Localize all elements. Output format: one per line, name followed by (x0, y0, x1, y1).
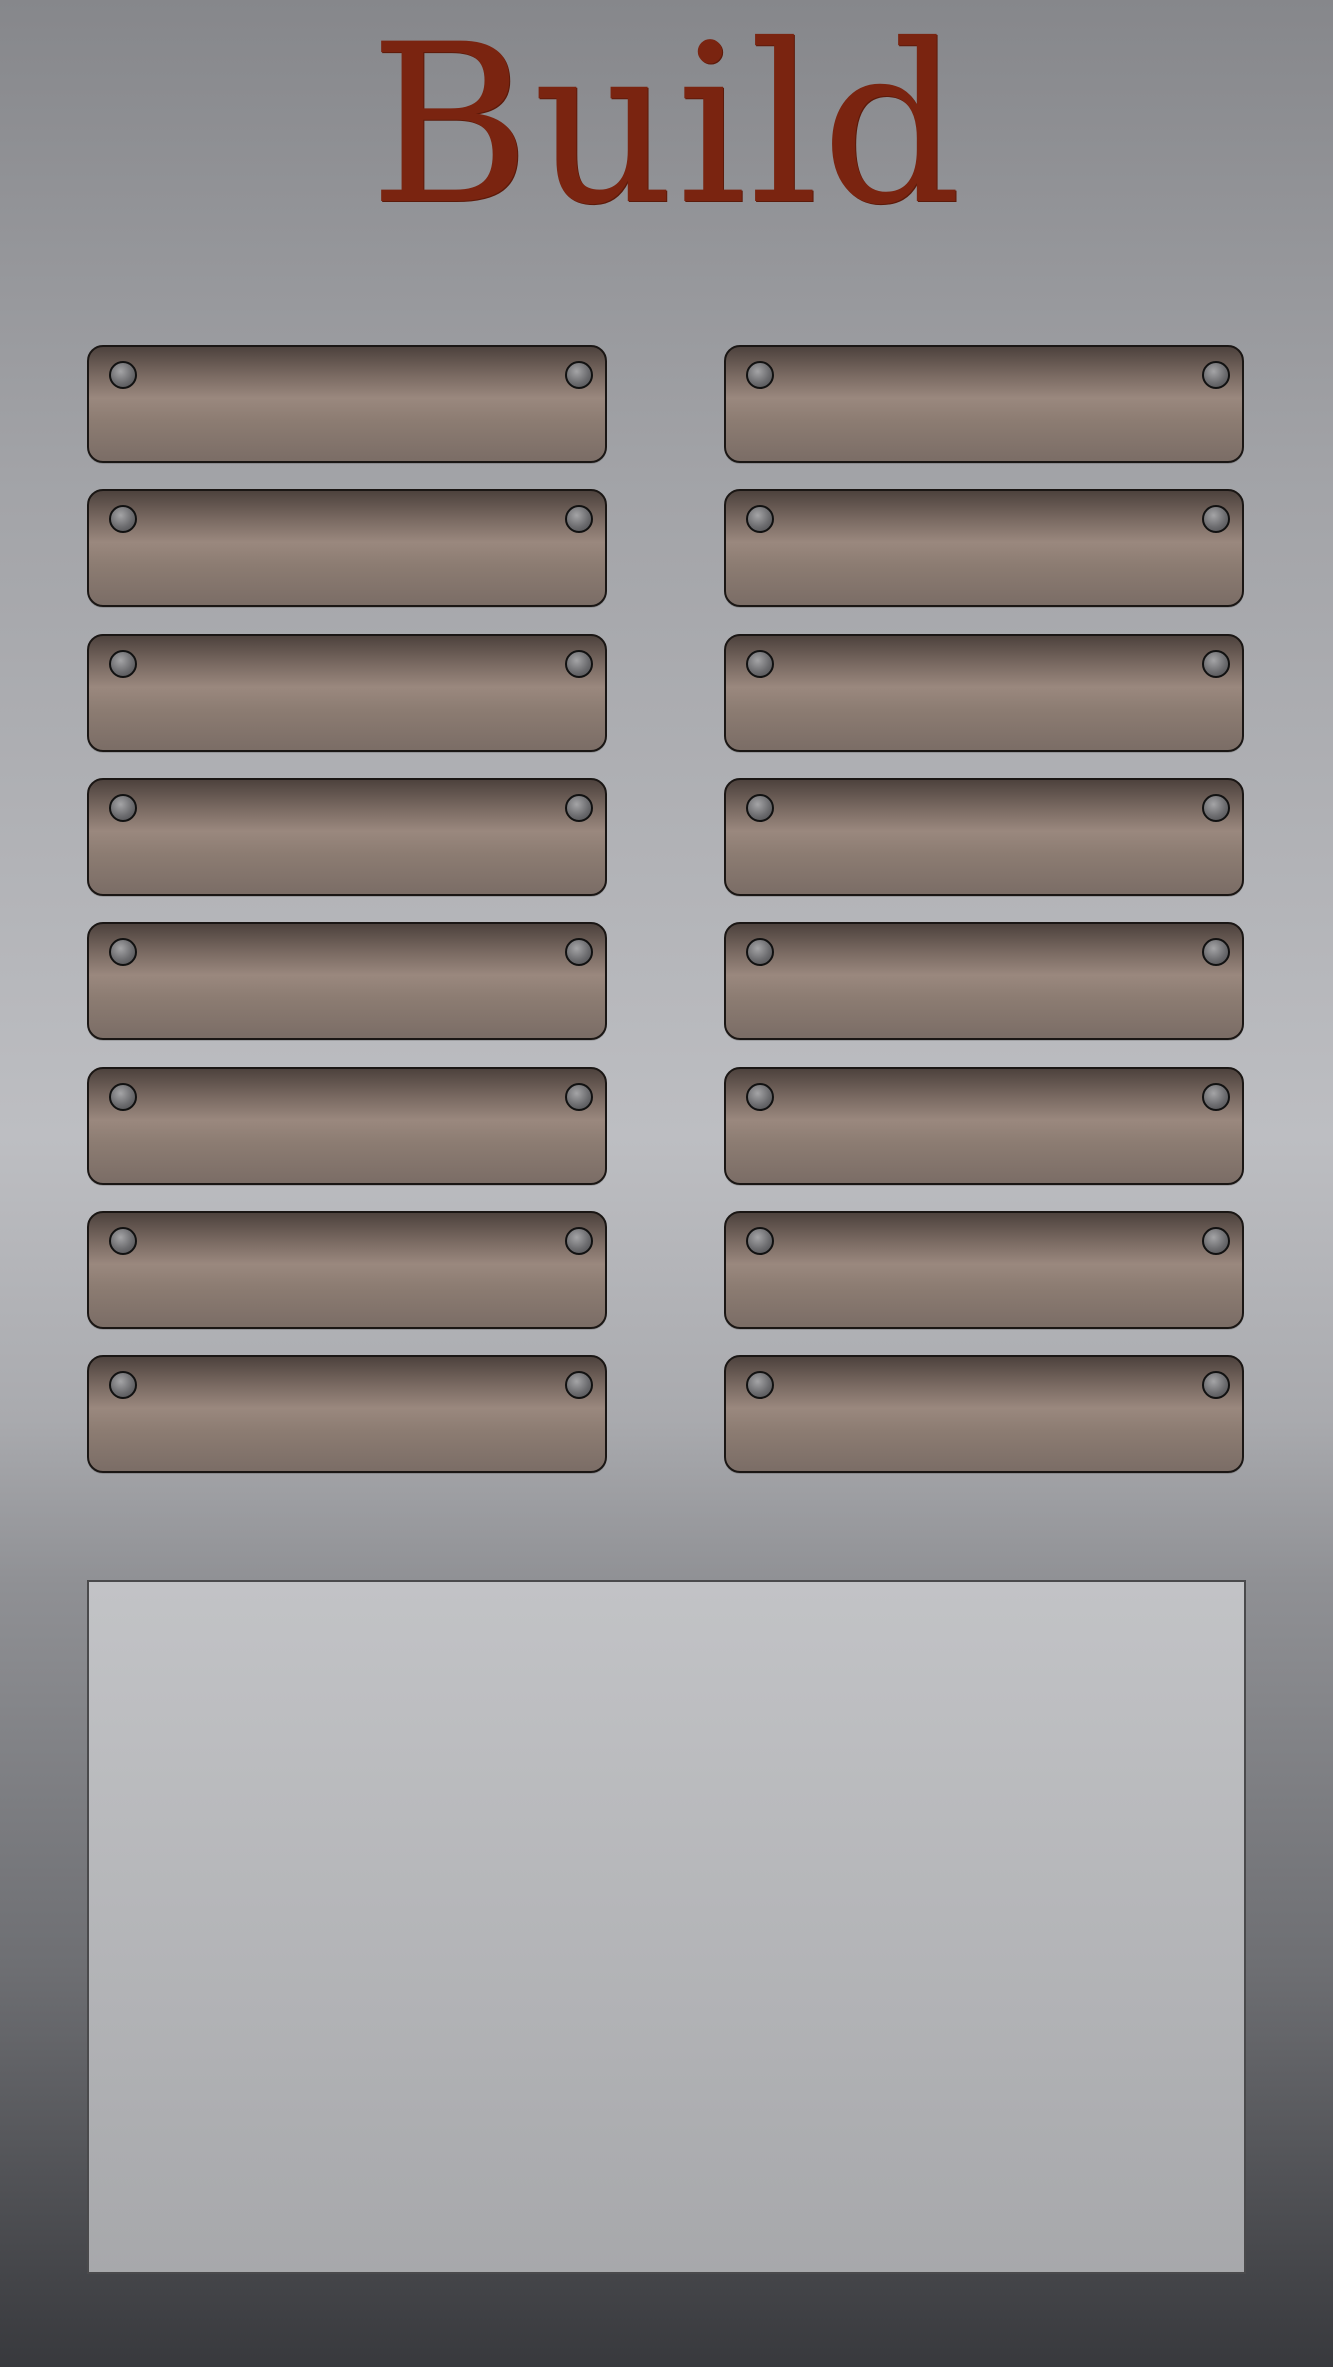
build-slot-button[interactable] (87, 922, 607, 1040)
build-slot-button[interactable] (724, 778, 1244, 896)
build-slot-button[interactable] (87, 345, 607, 463)
rivet-icon (565, 650, 593, 678)
build-slot-button[interactable] (724, 1067, 1244, 1185)
rivet-icon (109, 938, 137, 966)
build-slot-button[interactable] (87, 778, 607, 896)
rivet-icon (1202, 794, 1230, 822)
build-slot-button[interactable] (724, 1355, 1244, 1473)
rivet-icon (746, 794, 774, 822)
rivet-icon (109, 1083, 137, 1111)
rivet-icon (109, 650, 137, 678)
rivet-icon (565, 938, 593, 966)
rivet-icon (746, 361, 774, 389)
rivet-icon (746, 1227, 774, 1255)
page-title: Build (369, 0, 964, 253)
rivet-icon (746, 1371, 774, 1399)
rivet-icon (109, 794, 137, 822)
build-slot-button[interactable] (87, 1067, 607, 1185)
build-slot-button[interactable] (87, 1355, 607, 1473)
rivet-icon (746, 650, 774, 678)
build-slot-button[interactable] (87, 489, 607, 607)
rivet-icon (565, 1083, 593, 1111)
build-slot-button[interactable] (87, 1211, 607, 1329)
rivet-icon (1202, 650, 1230, 678)
rivet-icon (746, 1083, 774, 1111)
rivet-icon (1202, 938, 1230, 966)
info-panel (87, 1580, 1246, 2274)
rivet-icon (565, 794, 593, 822)
rivet-icon (565, 505, 593, 533)
build-slot-button[interactable] (724, 489, 1244, 607)
rivet-icon (1202, 361, 1230, 389)
rivet-icon (746, 505, 774, 533)
build-slot-button[interactable] (724, 345, 1244, 463)
rivet-icon (109, 361, 137, 389)
rivet-icon (746, 938, 774, 966)
rivet-icon (1202, 505, 1230, 533)
rivet-icon (565, 1227, 593, 1255)
rivet-icon (1202, 1371, 1230, 1399)
build-slot-button[interactable] (724, 634, 1244, 752)
rivet-icon (109, 1227, 137, 1255)
build-slot-button[interactable] (724, 922, 1244, 1040)
rivet-icon (1202, 1083, 1230, 1111)
rivet-icon (565, 361, 593, 389)
build-slot-button[interactable] (724, 1211, 1244, 1329)
rivet-icon (109, 505, 137, 533)
rivet-icon (1202, 1227, 1230, 1255)
build-slot-button[interactable] (87, 634, 607, 752)
rivet-icon (109, 1371, 137, 1399)
rivet-icon (565, 1371, 593, 1399)
